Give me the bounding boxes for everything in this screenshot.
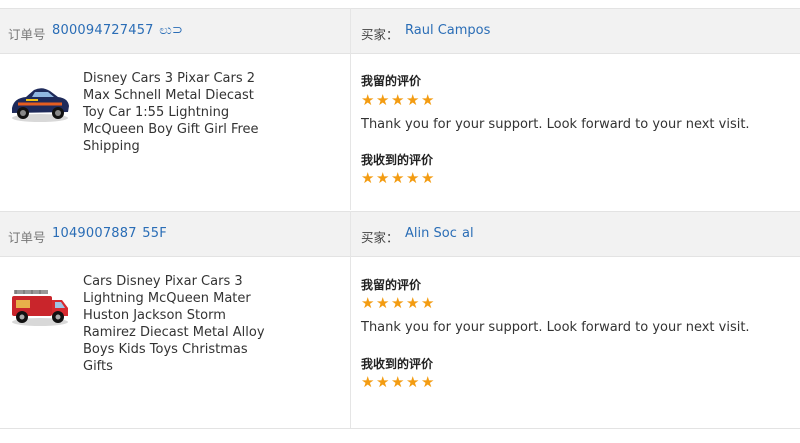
star-icon: ★: [361, 373, 375, 391]
star-icon: ★: [391, 373, 405, 391]
my-review-label: 我留的评价: [361, 74, 422, 88]
star-icon: ★: [376, 91, 390, 109]
buyer-label: 买家：: [361, 230, 399, 245]
order-header: 订单号 1049007887 55F 买家： Alin Soc al: [0, 211, 800, 257]
star-icon: ★: [361, 169, 375, 187]
star-icon: ★: [391, 91, 405, 109]
column-divider: [350, 8, 351, 210]
my-review-label: 我留的评价: [361, 278, 422, 292]
star-icon: ★: [406, 91, 420, 109]
buyer-name-link[interactable]: Alin Soc al: [405, 226, 474, 241]
list-bottom-border: [0, 428, 800, 429]
toy-car-icon: [12, 88, 69, 122]
star-icon: ★: [376, 294, 390, 312]
order-number-link[interactable]: 800094727457 ಲು⊃: [52, 23, 183, 38]
buyer-label: 买家：: [361, 27, 399, 42]
my-review-text: Thank you for your support. Look forward…: [361, 117, 750, 132]
star-icon: ★: [406, 169, 420, 187]
order-header: 订单号 800094727457 ಲು⊃ 买家： Raul Campos: [0, 8, 800, 54]
product-title-link[interactable]: Cars Disney Pixar Cars 3 Lightning McQue…: [83, 273, 268, 375]
buyer-name-link[interactable]: Raul Campos: [405, 23, 490, 38]
star-icon: ★: [421, 169, 435, 187]
fire-truck-icon: [12, 290, 68, 326]
star-icon: ★: [421, 294, 435, 312]
star-icon: ★: [376, 169, 390, 187]
product-thumbnail[interactable]: [8, 282, 72, 328]
star-icon: ★: [406, 373, 420, 391]
star-icon: ★: [391, 294, 405, 312]
star-icon: ★: [391, 169, 405, 187]
my-review-stars: ★ ★ ★ ★ ★: [361, 91, 435, 109]
order-number-label: 订单号: [8, 230, 46, 245]
order-number-label: 订单号: [8, 27, 46, 42]
product-thumbnail[interactable]: [8, 80, 72, 126]
received-review-stars: ★ ★ ★ ★ ★: [361, 169, 435, 187]
column-divider: [350, 211, 351, 428]
product-title-link[interactable]: Disney Cars 3 Pixar Cars 2 Max Schnell M…: [83, 70, 268, 155]
my-review-text: Thank you for your support. Look forward…: [361, 320, 750, 335]
star-icon: ★: [421, 91, 435, 109]
received-review-label: 我收到的评价: [361, 357, 434, 371]
my-review-stars: ★ ★ ★ ★ ★: [361, 294, 435, 312]
received-review-stars: ★ ★ ★ ★ ★: [361, 373, 435, 391]
star-icon: ★: [376, 373, 390, 391]
received-review-label: 我收到的评价: [361, 153, 434, 167]
star-icon: ★: [421, 373, 435, 391]
order-number-link[interactable]: 1049007887 55F: [52, 226, 167, 241]
star-icon: ★: [361, 294, 375, 312]
star-icon: ★: [406, 294, 420, 312]
star-icon: ★: [361, 91, 375, 109]
